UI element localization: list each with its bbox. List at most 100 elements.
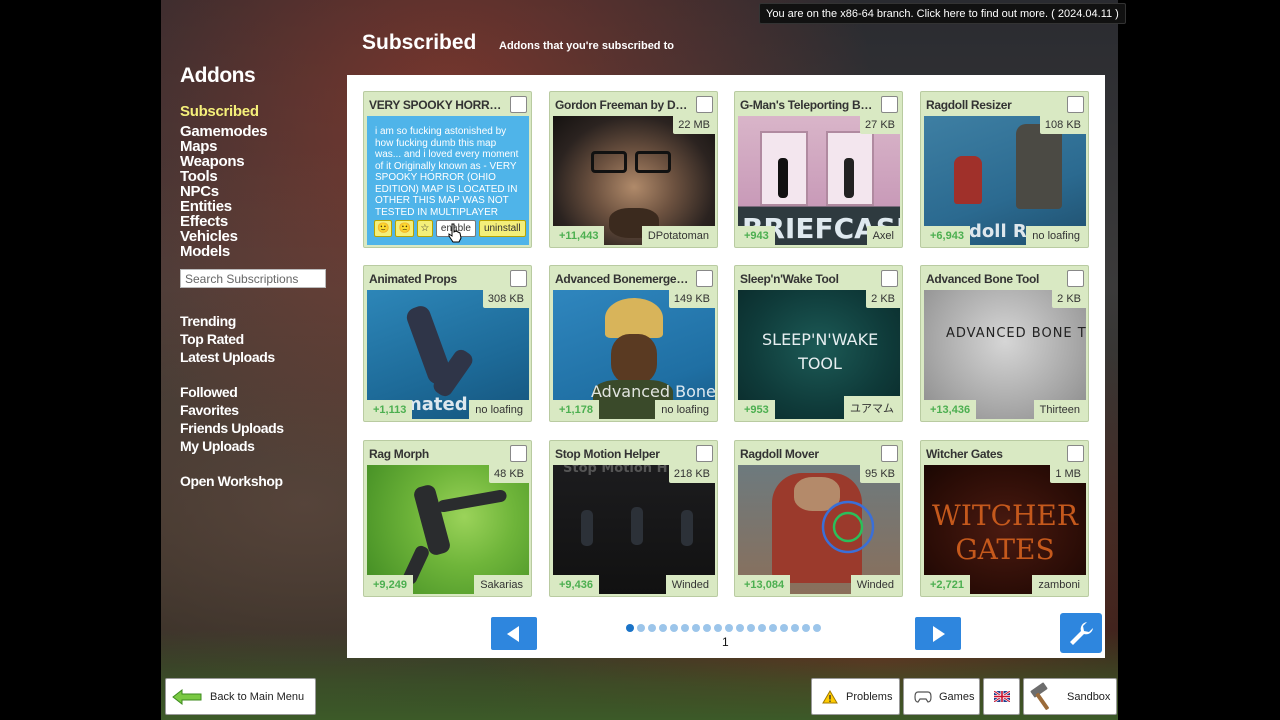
- addon-card[interactable]: Ragdoll Resizer agdoll Re 108 KB +6,943 …: [920, 91, 1089, 248]
- addon-author: ユアマム: [844, 396, 900, 419]
- addon-card[interactable]: Witcher Gates WITCHER GATES 1 MB +2,721 …: [920, 440, 1089, 597]
- page-dot[interactable]: [725, 624, 733, 632]
- page-dot[interactable]: [681, 624, 689, 632]
- category-entities[interactable]: Entities: [180, 199, 330, 214]
- search-input[interactable]: [180, 269, 326, 288]
- addon-title: Rag Morph: [369, 447, 429, 461]
- addon-author: Thirteen: [1033, 400, 1086, 419]
- dislike-button[interactable]: 🙁: [395, 220, 414, 237]
- page-dot[interactable]: [692, 624, 700, 632]
- addon-votes: +6,943: [924, 226, 970, 245]
- addon-title: Advanced Bonemerge Tool: [555, 272, 691, 286]
- category-tools[interactable]: Tools: [180, 169, 330, 184]
- sandbox-gamemode-button[interactable]: Sandbox: [1023, 678, 1117, 715]
- addon-card[interactable]: Advanced Bonemerge Tool Advanced Bonemer…: [549, 265, 718, 422]
- addon-card[interactable]: Gordon Freeman by DPotatoman 22 MB +11,4…: [549, 91, 718, 248]
- addon-author: no loafing: [1026, 226, 1086, 245]
- page-dots: [626, 624, 821, 632]
- category-weapons[interactable]: Weapons: [180, 154, 330, 169]
- arrow-right-icon: [933, 625, 945, 642]
- page-dot[interactable]: [769, 624, 777, 632]
- page-dot[interactable]: [802, 624, 810, 632]
- page-dot[interactable]: [813, 624, 821, 632]
- addon-select-checkbox[interactable]: [1067, 445, 1084, 462]
- favorite-button[interactable]: ☆: [416, 220, 433, 237]
- page-dot[interactable]: [659, 624, 667, 632]
- addon-author: no loafing: [469, 400, 529, 419]
- addon-select-checkbox[interactable]: [510, 445, 527, 462]
- language-button[interactable]: [983, 678, 1020, 715]
- addon-votes: +9,249: [367, 575, 413, 594]
- addon-title: Ragdoll Resizer: [926, 98, 1012, 112]
- page-subtitle: Addons that you're subscribed to: [499, 40, 674, 52]
- category-npcs[interactable]: NPCs: [180, 184, 330, 199]
- category-models[interactable]: Models: [180, 244, 330, 259]
- page-dot[interactable]: [758, 624, 766, 632]
- category-gamemodes[interactable]: Gamemodes: [180, 124, 330, 139]
- addon-card[interactable]: Sleep'n'Wake Tool SLEEP'N'WAKE TOOL 2 KB…: [734, 265, 903, 422]
- addon-thumbnail: 95 KB +13,084 Winded: [738, 465, 900, 594]
- link-trending[interactable]: Trending: [180, 312, 330, 330]
- back-to-main-menu-button[interactable]: Back to Main Menu: [165, 678, 316, 715]
- addon-size: 48 KB: [489, 465, 529, 483]
- uninstall-button[interactable]: uninstall: [478, 220, 526, 237]
- category-vehicles[interactable]: Vehicles: [180, 229, 330, 244]
- category-effects[interactable]: Effects: [180, 214, 330, 229]
- problems-button[interactable]: Problems: [811, 678, 900, 715]
- addon-card[interactable]: Advanced Bone Tool ADVANCED BONE TOOL 2 …: [920, 265, 1089, 422]
- games-button[interactable]: Games: [903, 678, 980, 715]
- category-maps[interactable]: Maps: [180, 139, 330, 154]
- page-dot[interactable]: [791, 624, 799, 632]
- addon-select-checkbox[interactable]: [881, 270, 898, 287]
- link-friends-uploads[interactable]: Friends Uploads: [180, 419, 330, 437]
- addon-votes: +9,436: [553, 575, 599, 594]
- previous-page-button[interactable]: [491, 617, 537, 650]
- addon-card[interactable]: Animated Props mated 308 KB +1,113 no lo…: [363, 265, 532, 422]
- page-dot[interactable]: [670, 624, 678, 632]
- addon-card[interactable]: Stop Motion Helper Stop Motion H 218 KB …: [549, 440, 718, 597]
- addon-select-checkbox[interactable]: [510, 96, 527, 113]
- addon-thumbnail: WITCHER GATES 1 MB +2,721 zamboni: [924, 465, 1086, 594]
- open-workshop-link[interactable]: Open Workshop: [180, 472, 330, 490]
- page-dot[interactable]: [736, 624, 744, 632]
- like-button[interactable]: 🙂: [374, 220, 393, 237]
- addon-card[interactable]: G-Man's Teleporting Briefcase BRIEFCASE …: [734, 91, 903, 248]
- addon-votes: +1,178: [553, 400, 599, 419]
- next-page-button[interactable]: [915, 617, 961, 650]
- branch-notice[interactable]: You are on the x86-64 branch. Click here…: [759, 3, 1126, 24]
- addon-select-checkbox[interactable]: [510, 270, 527, 287]
- addon-votes: +943: [738, 226, 775, 245]
- warning-icon: [822, 689, 838, 703]
- addon-settings-button[interactable]: [1060, 613, 1102, 653]
- addon-select-checkbox[interactable]: [696, 445, 713, 462]
- addon-title: Witcher Gates: [926, 447, 1003, 461]
- addon-card[interactable]: VERY SPOOKY HORROR (OHIO EDITION) i am s…: [363, 91, 532, 248]
- addon-select-checkbox[interactable]: [881, 96, 898, 113]
- addon-author: zamboni: [1032, 575, 1086, 594]
- addon-select-checkbox[interactable]: [696, 270, 713, 287]
- link-followed[interactable]: Followed: [180, 383, 330, 401]
- link-favorites[interactable]: Favorites: [180, 401, 330, 419]
- addon-size: 27 KB: [860, 116, 900, 134]
- addon-select-checkbox[interactable]: [696, 96, 713, 113]
- page-dot[interactable]: [780, 624, 788, 632]
- addon-select-checkbox[interactable]: [1067, 270, 1084, 287]
- category-subscribed[interactable]: Subscribed: [180, 104, 330, 119]
- page-dot[interactable]: [747, 624, 755, 632]
- addon-card[interactable]: Ragdoll Mover 95 KB +13,084 Winded: [734, 440, 903, 597]
- hand-cursor-icon: [448, 223, 462, 243]
- addon-select-checkbox[interactable]: [1067, 96, 1084, 113]
- link-my-uploads[interactable]: My Uploads: [180, 437, 330, 455]
- addon-votes: +953: [738, 400, 775, 419]
- page-dot[interactable]: [703, 624, 711, 632]
- link-top-rated[interactable]: Top Rated: [180, 330, 330, 348]
- link-latest-uploads[interactable]: Latest Uploads: [180, 348, 330, 366]
- addon-select-checkbox[interactable]: [881, 445, 898, 462]
- page-dot[interactable]: [637, 624, 645, 632]
- addon-card[interactable]: Rag Morph 48 KB +9,249 Sakarias: [363, 440, 532, 597]
- browse-links: Trending Top Rated Latest Uploads: [180, 312, 330, 366]
- page-dot[interactable]: [714, 624, 722, 632]
- page-dot[interactable]: [648, 624, 656, 632]
- page-dot[interactable]: [626, 624, 634, 632]
- sidebar-heading: Addons: [180, 64, 256, 87]
